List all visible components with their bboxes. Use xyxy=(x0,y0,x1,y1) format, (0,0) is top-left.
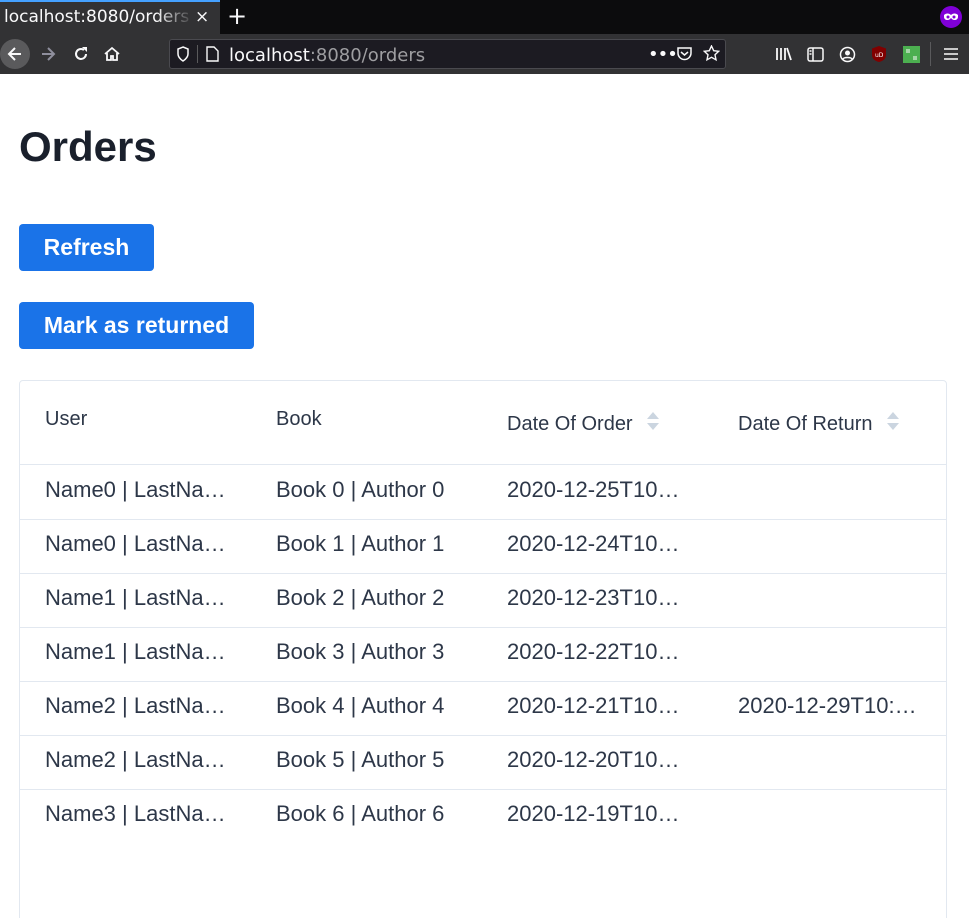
account-icon[interactable] xyxy=(838,41,856,67)
toolbar-divider xyxy=(930,42,931,66)
cell-book: Book 1 | Author 1 xyxy=(276,531,445,556)
cell-book: Book 0 | Author 0 xyxy=(276,477,445,502)
reload-icon[interactable] xyxy=(71,41,91,67)
bookmark-star-icon[interactable] xyxy=(702,44,721,66)
cell-date-of-order: 2020-12-25T10:00 xyxy=(507,477,685,502)
orders-table: User Book Date Of Order Date Of Return N… xyxy=(19,380,947,918)
cell-date-of-return: 2020-12-29T10:00 xyxy=(738,693,918,718)
cell-date-of-order: 2020-12-21T10:00 xyxy=(507,693,685,718)
svg-text:uD: uD xyxy=(875,52,884,59)
extension-icon[interactable] xyxy=(902,41,920,67)
url-bar[interactable]: localhost:8080/orders ••• xyxy=(169,39,726,69)
table-row[interactable]: Name1 | LastName1 Book 3 | Author 3 2020… xyxy=(20,628,946,682)
url-text: localhost:8080/orders xyxy=(229,45,425,66)
back-icon[interactable] xyxy=(0,39,30,69)
url-path: :8080/orders xyxy=(309,45,426,66)
url-host: localhost xyxy=(229,45,310,66)
cell-book: Book 4 | Author 4 xyxy=(276,693,445,718)
forward-icon[interactable] xyxy=(38,41,58,67)
more-icon[interactable]: ••• xyxy=(648,44,678,65)
table-row[interactable]: Name2 | LastName2 Book 5 | Author 5 2020… xyxy=(20,736,946,790)
cell-book: Book 3 | Author 3 xyxy=(276,639,445,664)
url-separator xyxy=(197,45,198,63)
cell-date-of-order: 2020-12-23T10:00 xyxy=(507,585,685,610)
cell-date-of-order: 2020-12-22T10:00 xyxy=(507,639,685,664)
shield-icon[interactable] xyxy=(176,46,190,66)
page-title: Orders xyxy=(19,123,157,170)
tab-close-icon[interactable]: × xyxy=(195,7,209,27)
table-row[interactable]: Name1 | LastName1 Book 2 | Author 2 2020… xyxy=(20,574,946,628)
table-row[interactable]: Name2 | LastName2 Book 4 | Author 4 2020… xyxy=(20,682,946,736)
cell-user: Name1 | LastName1 xyxy=(45,639,235,664)
cell-book: Book 2 | Author 2 xyxy=(276,585,445,610)
cell-user: Name0 | LastName0 xyxy=(45,477,235,502)
table-row[interactable]: Name3 | LastName3 Book 6 | Author 6 2020… xyxy=(20,790,946,844)
column-header-date-of-return[interactable]: Date Of Return xyxy=(738,408,900,436)
pocket-icon[interactable] xyxy=(676,46,693,66)
column-header-user: User xyxy=(45,408,88,430)
menu-icon[interactable] xyxy=(942,41,960,67)
private-browsing-icon xyxy=(940,6,962,28)
table-header: User Book Date Of Order Date Of Return xyxy=(20,381,946,465)
cell-user: Name2 | LastName2 xyxy=(45,693,235,718)
cell-book: Book 5 | Author 5 xyxy=(276,747,445,772)
cell-date-of-order: 2020-12-24T10:00 xyxy=(507,531,685,556)
column-header-label: Date Of Order xyxy=(507,413,633,435)
cell-user: Name3 | LastName3 xyxy=(45,801,235,826)
page-icon[interactable] xyxy=(206,46,219,66)
browser-tab-bar: localhost:8080/orders × + xyxy=(0,0,969,34)
column-header-label: Date Of Return xyxy=(738,413,873,435)
cell-user: Name2 | LastName2 xyxy=(45,747,235,772)
column-header-book: Book xyxy=(276,408,322,430)
cell-book: Book 6 | Author 6 xyxy=(276,801,445,826)
library-icon[interactable] xyxy=(775,41,793,67)
refresh-button[interactable]: Refresh xyxy=(19,224,154,271)
table-row[interactable]: Name0 | LastName0 Book 1 | Author 1 2020… xyxy=(20,520,946,574)
sort-icon[interactable] xyxy=(646,410,660,432)
cell-date-of-order: 2020-12-20T10:00 xyxy=(507,747,685,772)
home-icon[interactable] xyxy=(102,41,122,67)
sidebar-icon[interactable] xyxy=(806,41,824,67)
new-tab-icon[interactable]: + xyxy=(227,2,247,30)
cell-user: Name1 | LastName1 xyxy=(45,585,235,610)
ublock-icon[interactable]: uD xyxy=(870,41,888,67)
sort-icon[interactable] xyxy=(886,410,900,432)
mark-as-returned-button[interactable]: Mark as returned xyxy=(19,302,254,349)
cell-date-of-order: 2020-12-19T10:00 xyxy=(507,801,685,826)
browser-nav-bar: localhost:8080/orders ••• uD xyxy=(0,34,969,74)
browser-tab[interactable]: localhost:8080/orders × xyxy=(0,0,220,34)
tab-title: localhost:8080/orders xyxy=(4,7,190,27)
table-row[interactable]: Name0 | LastName0 Book 0 | Author 0 2020… xyxy=(20,466,946,520)
cell-user: Name0 | LastName0 xyxy=(45,531,235,556)
column-header-date-of-order[interactable]: Date Of Order xyxy=(507,408,660,436)
